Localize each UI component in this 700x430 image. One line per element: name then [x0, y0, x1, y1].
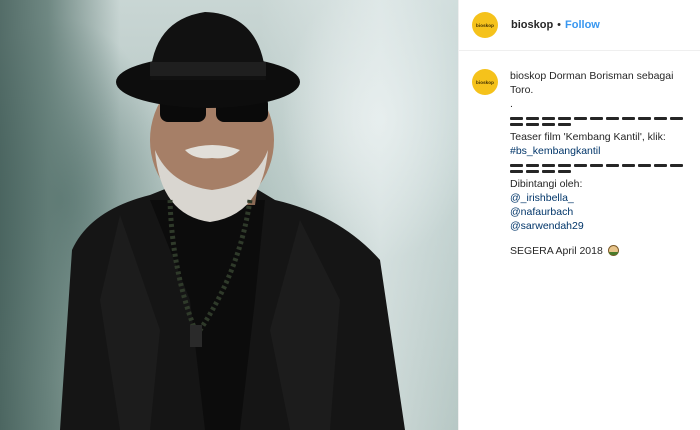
avatar-logo-text: bioskop — [476, 22, 494, 28]
dash-mark — [638, 164, 651, 167]
teaser-text: Teaser film 'Kembang Kantil', klik: — [510, 131, 666, 143]
dash-mark — [526, 170, 539, 173]
header-separator: • — [557, 19, 562, 31]
starring-label: Dibintangi oleh: — [510, 178, 583, 190]
release-text: SEGERA April 2018 — [510, 245, 603, 257]
dash-mark — [670, 117, 683, 120]
caption-text: bioskop Dorman Borisman sebagai Toro. . … — [510, 69, 692, 258]
dash-mark — [622, 117, 635, 120]
header-avatar[interactable]: bioskop — [472, 12, 498, 38]
dash-mark — [590, 164, 603, 167]
post-header: bioskop bioskop • Follow — [459, 0, 700, 51]
dash-divider-2 — [510, 164, 692, 173]
mention-link[interactable]: @_irishbella_ — [510, 192, 574, 204]
person-emoji-icon — [607, 245, 619, 256]
dash-mark — [670, 164, 683, 167]
caption-avatar[interactable]: bioskop — [472, 69, 498, 95]
dash-mark — [526, 123, 539, 126]
post-photo[interactable] — [0, 0, 458, 430]
caption-username[interactable]: bioskop — [510, 70, 546, 82]
dash-mark — [542, 123, 555, 126]
dash-mark — [558, 164, 571, 167]
dash-mark — [590, 117, 603, 120]
dash-mark — [542, 164, 555, 167]
header-username[interactable]: bioskop — [511, 19, 553, 31]
mention-link[interactable]: @nafaurbach — [510, 206, 573, 218]
dash-mark — [622, 164, 635, 167]
hashtag-link[interactable]: #bs_kembangkantil — [510, 145, 600, 157]
dash-mark — [606, 117, 619, 120]
dash-mark — [510, 123, 523, 126]
dash-divider-1 — [510, 117, 692, 126]
dash-mark — [574, 117, 587, 120]
dash-mark — [510, 170, 523, 173]
man-in-black-hat-image — [60, 12, 405, 430]
post-sidebar: bioskop bioskop • Follow bioskop bioskop… — [458, 0, 700, 430]
dash-mark — [638, 117, 651, 120]
dash-mark — [542, 170, 555, 173]
dash-mark — [606, 164, 619, 167]
dash-mark — [510, 164, 523, 167]
mention-link[interactable]: @sarwendah29 — [510, 220, 584, 232]
dash-mark — [526, 164, 539, 167]
dash-mark — [558, 123, 571, 126]
dash-mark — [558, 170, 571, 173]
follow-button[interactable]: Follow — [565, 19, 600, 31]
caption-dot: . — [510, 98, 513, 110]
caption-comment: bioskop bioskop Dorman Borisman sebagai … — [459, 51, 700, 258]
dash-mark — [654, 117, 667, 120]
dash-mark — [574, 164, 587, 167]
dash-mark — [654, 164, 667, 167]
dash-mark — [542, 117, 555, 120]
dash-mark — [510, 117, 523, 120]
dash-mark — [526, 117, 539, 120]
dash-mark — [558, 117, 571, 120]
instagram-post: bioskop bioskop • Follow bioskop bioskop… — [0, 0, 700, 430]
avatar-logo-text: bioskop — [476, 79, 494, 85]
